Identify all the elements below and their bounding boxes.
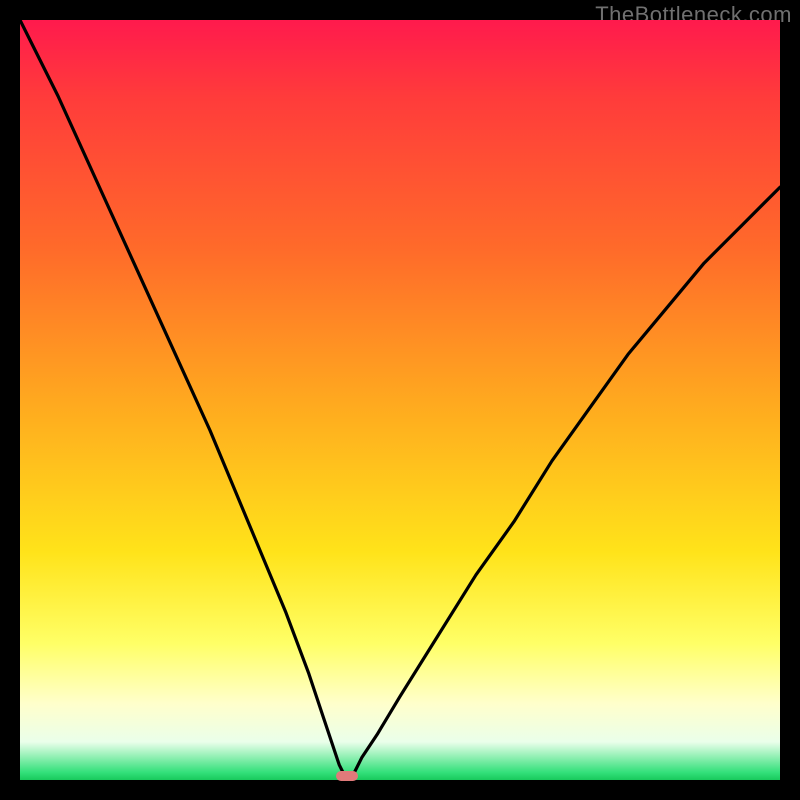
plot-area bbox=[20, 20, 780, 780]
minimum-marker bbox=[336, 771, 358, 781]
chart-frame: TheBottleneck.com bbox=[0, 0, 800, 800]
bottleneck-curve bbox=[20, 20, 780, 780]
